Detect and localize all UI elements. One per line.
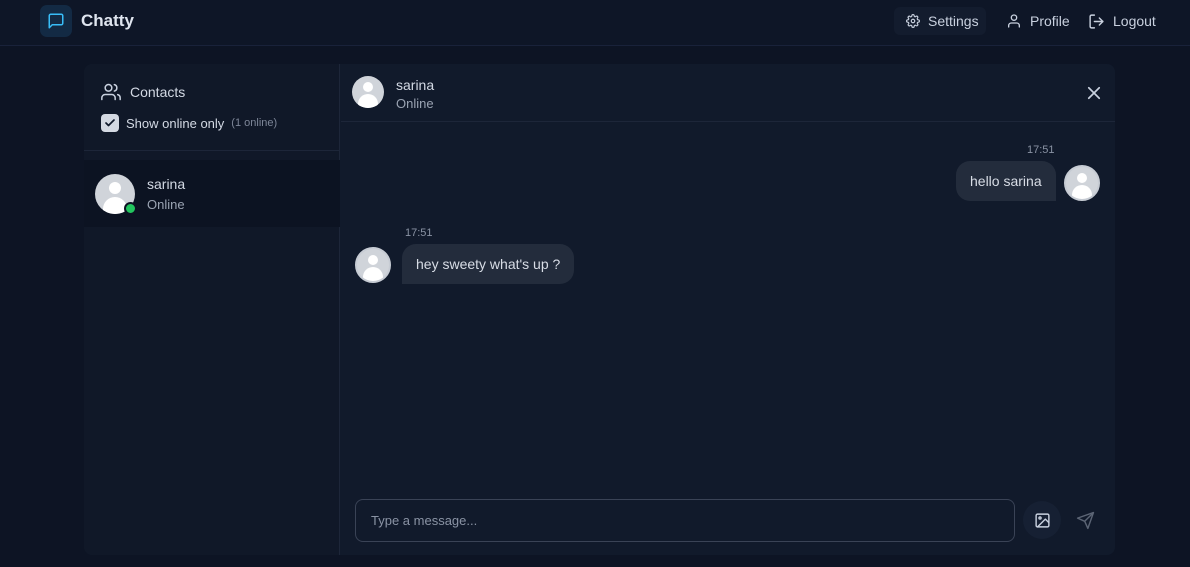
user-icon	[1008, 14, 1020, 28]
avatar	[1064, 165, 1100, 201]
online-only-label[interactable]: Show online only	[126, 116, 224, 131]
close-chat-button[interactable]	[1085, 84, 1103, 102]
contacts-title: Contacts	[130, 84, 186, 100]
settings-label: Settings	[928, 13, 979, 29]
message-square-icon	[40, 5, 72, 37]
avatar	[355, 247, 391, 283]
message-composer	[341, 484, 1115, 555]
image-icon	[1034, 512, 1050, 528]
logout-icon	[1089, 13, 1104, 29]
profile-button[interactable]: Profile	[994, 7, 1070, 35]
top-navbar: Chatty Settings Profile Logout	[0, 0, 1190, 46]
chat-container: Contacts Show online only (1 online) sar…	[84, 64, 1115, 555]
users-icon	[101, 83, 121, 101]
message-bubble-outgoing: hello sarina	[956, 161, 1056, 201]
contacts-heading: Contacts	[101, 82, 185, 102]
online-count: (1 online)	[231, 117, 278, 129]
online-indicator	[124, 201, 137, 215]
message-time: 17:51	[405, 227, 433, 239]
logout-button[interactable]: Logout	[1088, 7, 1156, 35]
contact-name: sarina	[147, 175, 186, 192]
settings-button[interactable]: Settings	[894, 7, 986, 35]
chat-contact-name: sarina	[396, 77, 435, 93]
message-input[interactable]	[355, 499, 1015, 542]
contacts-sidebar: Contacts Show online only (1 online) sar…	[84, 64, 340, 555]
message-time: 17:51	[1027, 144, 1055, 156]
brand[interactable]: Chatty	[40, 5, 134, 37]
logout-label: Logout	[1113, 13, 1156, 29]
sidebar-header: Contacts Show online only (1 online)	[84, 64, 340, 151]
profile-label: Profile	[1030, 13, 1070, 29]
message-bubble-incoming: hey sweety what's up ?	[402, 244, 575, 284]
app-name: Chatty	[81, 11, 134, 30]
check-icon	[105, 119, 115, 127]
contact-item[interactable]: sarina Online	[84, 160, 340, 227]
online-filter: Show online only (1 online)	[101, 114, 277, 132]
contact-avatar-wrap	[95, 173, 137, 215]
chat-header: sarina Online	[341, 64, 1115, 122]
avatar	[352, 76, 384, 108]
online-only-checkbox[interactable]	[101, 114, 119, 132]
attach-image-button[interactable]	[1023, 501, 1061, 539]
gear-icon	[906, 14, 920, 28]
chat-panel: sarina Online 17:51 hello sarina 17:51 h…	[341, 64, 1115, 555]
close-icon	[1087, 86, 1101, 100]
send-button[interactable]	[1066, 501, 1104, 539]
send-icon	[1076, 511, 1094, 529]
chat-contact-status: Online	[396, 96, 434, 111]
contact-status: Online	[147, 196, 185, 212]
